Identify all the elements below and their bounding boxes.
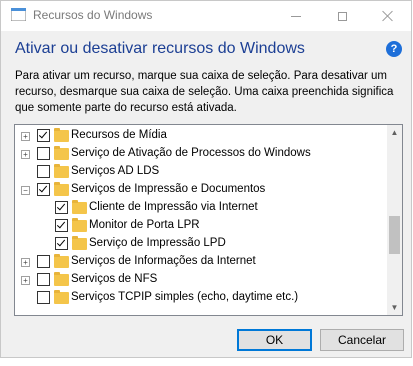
folder-icon <box>54 182 69 196</box>
feature-label: Recursos de Mídia <box>71 129 167 141</box>
page-title: Ativar ou desativar recursos do Windows <box>15 40 305 57</box>
feature-checkbox[interactable] <box>37 129 50 142</box>
feature-row[interactable]: Cliente de Impressão via Internet <box>15 199 387 217</box>
maximize-button[interactable] <box>319 1 365 31</box>
features-tree[interactable]: + Recursos de Mídia + Serviço de Ativação d… <box>14 124 403 316</box>
feature-label: Cliente de Impressão via Internet <box>89 201 258 213</box>
feature-row[interactable]: + Serviços de NFS <box>15 271 387 289</box>
folder-icon <box>54 290 69 304</box>
folder-icon <box>54 272 69 286</box>
window-app-icon <box>11 8 26 21</box>
background-strip <box>0 358 413 366</box>
folder-icon <box>54 146 69 160</box>
feature-checkbox[interactable] <box>37 183 50 196</box>
scroll-down-icon[interactable]: ▼ <box>387 300 402 315</box>
folder-icon <box>72 236 87 250</box>
feature-row[interactable]: Monitor de Porta LPR <box>15 217 387 235</box>
feature-checkbox[interactable] <box>37 273 50 286</box>
folder-icon <box>54 128 69 142</box>
scrollbar-thumb[interactable] <box>389 216 400 254</box>
title-bar[interactable]: Recursos do Windows <box>1 1 411 31</box>
close-icon <box>382 10 394 22</box>
feature-row[interactable]: + Recursos de Mídia <box>15 127 387 145</box>
feature-row[interactable]: Serviços AD LDS <box>15 163 387 181</box>
collapse-icon[interactable]: − <box>21 186 30 195</box>
maximize-icon <box>337 11 347 21</box>
feature-label: Serviços de Impressão e Documentos <box>71 183 266 195</box>
ok-button[interactable]: OK <box>237 329 312 351</box>
minimize-button[interactable] <box>273 1 319 31</box>
folder-icon <box>54 254 69 268</box>
features-dialog: Recursos do Windows Ativar ou desativar … <box>0 0 412 358</box>
vertical-scrollbar[interactable]: ▲ ▼ <box>387 125 402 315</box>
feature-row[interactable]: − Serviços de Impressão e Documentos <box>15 181 387 199</box>
feature-checkbox[interactable] <box>37 165 50 178</box>
feature-checkbox[interactable] <box>55 219 68 232</box>
cancel-button[interactable]: Cancelar <box>320 329 404 351</box>
feature-row[interactable]: + Serviço de Ativação de Processos do Win… <box>15 145 387 163</box>
folder-icon <box>72 218 87 232</box>
feature-label: Serviços AD LDS <box>71 165 160 177</box>
feature-label: Serviço de Ativação de Processos do Wind… <box>71 147 311 159</box>
expand-icon[interactable]: + <box>21 276 30 285</box>
feature-label: Serviço de Impressão LPD <box>89 237 226 249</box>
feature-label: Serviços TCPIP simples (echo, daytime et… <box>71 291 299 303</box>
feature-row[interactable]: Serviços TCPIP simples (echo, daytime et… <box>15 289 387 307</box>
feature-checkbox[interactable] <box>55 237 68 250</box>
window-title: Recursos do Windows <box>33 8 153 22</box>
expand-icon[interactable]: + <box>21 150 30 159</box>
feature-row[interactable]: + Serviços de Informações da Internet <box>15 253 387 271</box>
feature-row[interactable]: Serviço de Impressão LPD <box>15 235 387 253</box>
feature-label: Serviços de NFS <box>71 273 158 285</box>
folder-icon <box>72 200 87 214</box>
feature-checkbox[interactable] <box>55 201 68 214</box>
close-button[interactable] <box>365 1 411 31</box>
folder-icon <box>54 164 69 178</box>
minimize-icon <box>291 15 301 17</box>
expand-icon[interactable]: + <box>21 132 30 141</box>
feature-label: Serviços de Informações da Internet <box>71 255 256 267</box>
feature-checkbox[interactable] <box>37 255 50 268</box>
scroll-up-icon[interactable]: ▲ <box>387 125 402 140</box>
instructions-text: Para ativar um recurso, marque sua caixa… <box>15 70 394 114</box>
help-icon[interactable]: ? <box>386 41 402 57</box>
expand-icon[interactable]: + <box>21 258 30 267</box>
feature-checkbox[interactable] <box>37 291 50 304</box>
feature-checkbox[interactable] <box>37 147 50 160</box>
feature-label: Monitor de Porta LPR <box>89 219 200 231</box>
